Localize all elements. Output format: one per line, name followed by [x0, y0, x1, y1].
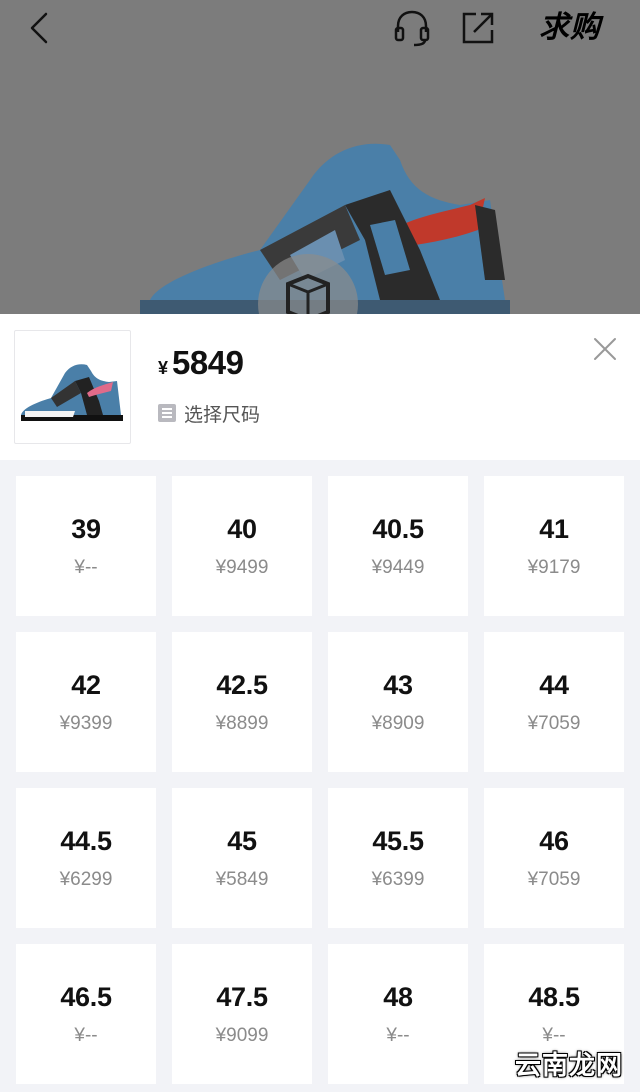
- size-price: ¥5849: [215, 868, 269, 890]
- size-option[interactable]: 41 ¥9179: [484, 476, 624, 616]
- size-label: 42: [71, 669, 101, 700]
- size-label: 39: [71, 513, 101, 544]
- size-label: 48: [383, 981, 413, 1012]
- size-price: ¥9179: [527, 556, 581, 578]
- size-option[interactable]: 45.5 ¥6399: [328, 788, 468, 928]
- size-hint-text: 选择尺码: [184, 404, 261, 426]
- back-button[interactable]: [24, 8, 60, 48]
- chevron-left-icon: [30, 12, 48, 44]
- size-price: ¥8909: [371, 712, 425, 734]
- size-price: ¥9449: [371, 556, 425, 578]
- size-price: ¥6399: [371, 868, 425, 890]
- size-label: 42.5: [216, 669, 268, 700]
- size-label: 46: [539, 825, 569, 856]
- share-icon: [462, 12, 494, 44]
- customer-service-button[interactable]: [392, 8, 432, 48]
- size-label: 45: [227, 825, 257, 856]
- size-option[interactable]: 42.5 ¥8899: [172, 632, 312, 772]
- list-icon: [158, 404, 176, 422]
- size-price: ¥7059: [527, 712, 581, 734]
- size-label: 45.5: [372, 825, 424, 856]
- top-bar: 求购: [0, 0, 640, 56]
- sheet-header: ¥ 5849 选择尺码: [0, 314, 640, 460]
- headset-icon: [394, 10, 430, 47]
- close-button[interactable]: [588, 332, 622, 366]
- size-label: 44.5: [60, 825, 112, 856]
- product-hero: 求购: [0, 0, 640, 314]
- size-price: ¥--: [386, 1024, 410, 1046]
- size-price: ¥8899: [215, 712, 269, 734]
- cube-3d-icon: [286, 273, 330, 314]
- size-label: 40: [227, 513, 257, 544]
- buy-request-button[interactable]: 求购: [520, 8, 620, 48]
- watermark: 云南龙网: [514, 1050, 623, 1080]
- size-label: 44: [539, 669, 569, 700]
- product-thumbnail: [14, 330, 131, 444]
- size-price: ¥--: [74, 556, 98, 578]
- price-row: ¥ 5849: [158, 344, 244, 384]
- size-label: 41: [539, 513, 569, 544]
- size-option[interactable]: 42 ¥9399: [16, 632, 156, 772]
- size-option[interactable]: 40.5 ¥9449: [328, 476, 468, 616]
- shoe-thumbnail-image: [21, 364, 123, 421]
- size-selection-sheet: ¥ 5849 选择尺码 39 ¥-- 40 ¥9499 40.5 ¥9449 41 ¥9…: [0, 314, 640, 1092]
- size-price: ¥9499: [215, 556, 269, 578]
- price-currency: ¥: [158, 358, 169, 378]
- size-label: 47.5: [216, 981, 268, 1012]
- size-grid: 39 ¥-- 40 ¥9499 40.5 ¥9449 41 ¥9179 42 ¥9399 …: [16, 476, 625, 1084]
- size-option[interactable]: 40 ¥9499: [172, 476, 312, 616]
- size-price: ¥--: [542, 1024, 566, 1046]
- price-value: 5849: [172, 344, 244, 381]
- size-price: ¥9099: [215, 1024, 269, 1046]
- size-option[interactable]: 45 ¥5849: [172, 788, 312, 928]
- size-option[interactable]: 48 ¥--: [328, 944, 468, 1084]
- close-icon: [594, 338, 616, 360]
- size-option[interactable]: 44.5 ¥6299: [16, 788, 156, 928]
- size-price: ¥9399: [59, 712, 113, 734]
- size-option[interactable]: 39 ¥--: [16, 476, 156, 616]
- size-price: ¥--: [74, 1024, 98, 1046]
- size-option[interactable]: 44 ¥7059: [484, 632, 624, 772]
- size-option[interactable]: 43 ¥8909: [328, 632, 468, 772]
- size-price: ¥7059: [527, 868, 581, 890]
- size-label: 46.5: [60, 981, 112, 1012]
- size-option[interactable]: 46.5 ¥--: [16, 944, 156, 1084]
- size-option[interactable]: 46 ¥7059: [484, 788, 624, 928]
- share-button[interactable]: [458, 8, 498, 48]
- size-option[interactable]: 47.5 ¥9099: [172, 944, 312, 1084]
- size-price: ¥6299: [59, 868, 113, 890]
- size-hint-row: 选择尺码: [158, 400, 260, 426]
- size-label: 43: [383, 669, 413, 700]
- view-3d-button[interactable]: [258, 254, 358, 314]
- size-label: 48.5: [528, 981, 580, 1012]
- size-label: 40.5: [372, 513, 424, 544]
